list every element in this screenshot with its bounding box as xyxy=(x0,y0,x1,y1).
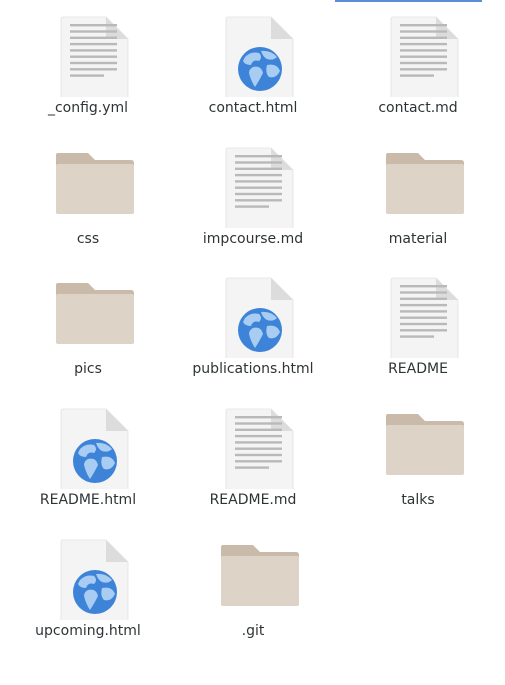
file-name-label: talks xyxy=(401,492,435,508)
file-name-label: .git xyxy=(241,623,265,639)
file-name-label: impcourse.md xyxy=(202,231,304,247)
file-name-label: README.md xyxy=(209,492,297,508)
file-item[interactable]: README.html xyxy=(8,393,168,521)
file-name-label: pics xyxy=(74,361,102,377)
file-name-label: upcoming.html xyxy=(35,623,141,639)
file-item[interactable]: impcourse.md xyxy=(173,132,333,260)
file-item[interactable]: talks xyxy=(338,393,498,521)
file-name-label: _config.yml xyxy=(47,100,129,116)
file-item[interactable]: material xyxy=(338,132,498,260)
file-name-label: contact.html xyxy=(208,100,298,116)
html-file-icon xyxy=(8,393,168,489)
file-item[interactable]: contact.html xyxy=(173,1,333,129)
folder-icon xyxy=(8,262,168,358)
text-file-icon xyxy=(338,262,498,358)
file-item[interactable]: README.md xyxy=(173,393,333,521)
text-file-icon xyxy=(173,132,333,228)
file-name-label: contact.md xyxy=(378,100,458,116)
text-file-icon xyxy=(173,393,333,489)
file-item[interactable]: README xyxy=(338,262,498,390)
file-item[interactable]: _config.yml xyxy=(8,1,168,129)
html-file-icon xyxy=(8,524,168,620)
html-file-icon xyxy=(173,1,333,97)
folder-icon xyxy=(338,132,498,228)
file-item[interactable]: pics xyxy=(8,262,168,390)
text-file-icon xyxy=(8,1,168,97)
folder-icon xyxy=(173,524,333,620)
file-name-label: README xyxy=(388,361,448,377)
file-item[interactable]: contact.md xyxy=(338,1,498,129)
file-name-label: css xyxy=(76,231,100,247)
file-name-label: README.html xyxy=(39,492,137,508)
folder-icon xyxy=(8,132,168,228)
file-item[interactable]: upcoming.html xyxy=(8,524,168,652)
file-icon-view: _config.yml contact.html contact.md css … xyxy=(0,0,505,685)
html-file-icon xyxy=(173,262,333,358)
text-file-icon xyxy=(338,1,498,97)
file-item[interactable]: css xyxy=(8,132,168,260)
file-item[interactable]: publications.html xyxy=(173,262,333,390)
file-name-label: publications.html xyxy=(192,361,314,377)
file-item[interactable]: .git xyxy=(173,524,333,652)
folder-icon xyxy=(338,393,498,489)
file-name-label: material xyxy=(388,231,448,247)
